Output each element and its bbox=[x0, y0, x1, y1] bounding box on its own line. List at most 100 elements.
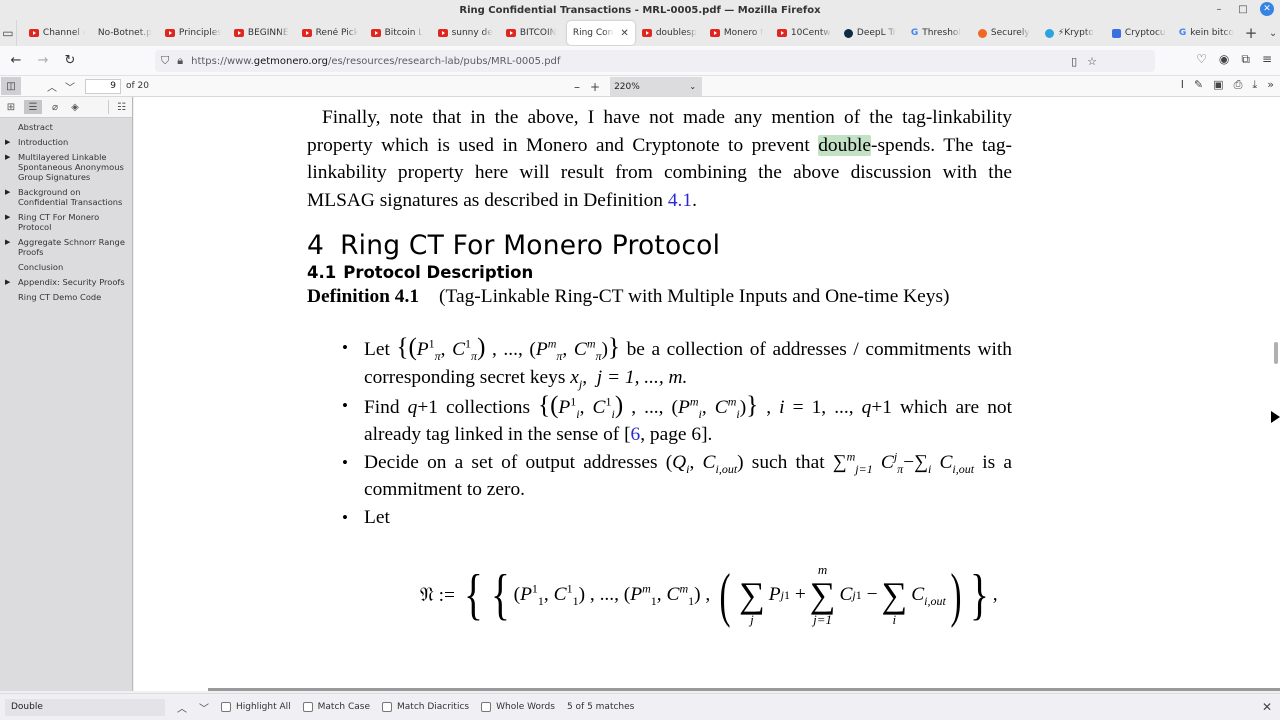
outline-item-label: Appendix: Security Proofs bbox=[18, 277, 125, 287]
page-number-input[interactable]: 9 bbox=[85, 78, 121, 94]
close-tab-button[interactable]: ✕ bbox=[620, 28, 628, 39]
tab-label: Monero f bbox=[723, 28, 764, 38]
pdf-viewer[interactable]: Finally, note that in the above, I have … bbox=[134, 97, 1280, 691]
back-button[interactable]: ← bbox=[4, 49, 28, 73]
tab-2[interactable]: Principles bbox=[159, 22, 227, 44]
find-previous-button[interactable]: ︿ bbox=[177, 700, 187, 715]
draw-tool-icon[interactable]: ✎ bbox=[1194, 78, 1203, 92]
checkbox[interactable] bbox=[302, 702, 313, 712]
expand-triangle-icon[interactable]: ▶ bbox=[5, 137, 10, 147]
expand-triangle-icon[interactable]: ▶ bbox=[5, 237, 10, 247]
outline-item[interactable]: Abstract bbox=[0, 122, 132, 132]
search-match-highlight: double bbox=[818, 134, 872, 156]
zoom-in-button[interactable]: + bbox=[590, 80, 600, 94]
tab-label: René Pick bbox=[315, 28, 358, 38]
tab-5[interactable]: Bitcoin L bbox=[365, 22, 431, 44]
tab-0[interactable]: Channel c bbox=[23, 22, 91, 44]
tab-4[interactable]: René Pick bbox=[296, 22, 364, 44]
print-icon[interactable]: ⎙ bbox=[1234, 78, 1243, 92]
forward-button[interactable]: → bbox=[31, 49, 55, 73]
zoom-value: 220% bbox=[614, 81, 640, 92]
close-find-bar-button[interactable]: ✕ bbox=[1262, 700, 1272, 714]
expand-triangle-icon[interactable]: ▶ bbox=[5, 152, 10, 162]
outline-icon[interactable]: ☰ bbox=[24, 100, 42, 114]
tab-9[interactable]: doublesp bbox=[636, 22, 703, 44]
tab-list: Channel c No-Botnet.p Principles BEGINNE Ren… bbox=[17, 21, 1240, 45]
find-option-whole-words[interactable]: Whole Words bbox=[481, 702, 555, 712]
tab-10[interactable]: Monero f bbox=[704, 22, 770, 44]
expand-triangle-icon[interactable]: ▶ bbox=[5, 277, 10, 287]
previous-page-button[interactable]: ︿ bbox=[47, 79, 57, 94]
reload-button[interactable]: ↻ bbox=[58, 49, 82, 73]
next-page-button[interactable]: ﹀ bbox=[65, 79, 75, 94]
tracking-protection-shield-icon[interactable]: ⛉ bbox=[161, 54, 169, 68]
monero-icon bbox=[977, 28, 987, 38]
outline-item-label: Ring CT Demo Code bbox=[18, 292, 102, 302]
outline-item[interactable]: ▶ Multilayered Linkable Spontaneous Anony… bbox=[0, 152, 132, 182]
find-option-match-diacritics[interactable]: Match Diacritics bbox=[382, 702, 469, 712]
tab-7[interactable]: BITCOIN bbox=[500, 22, 566, 44]
tab-14[interactable]: Securely bbox=[972, 22, 1038, 44]
citation-link[interactable]: 6 bbox=[631, 424, 641, 445]
tab-11[interactable]: 10Centw bbox=[771, 22, 837, 44]
chevron-down-icon: ⌄ bbox=[689, 82, 697, 91]
close-window-button[interactable]: ✕ bbox=[1260, 2, 1274, 16]
outline-item[interactable]: Ring CT Demo Code bbox=[0, 292, 132, 302]
checkbox[interactable] bbox=[221, 702, 231, 712]
pocket-icon[interactable]: ♡ bbox=[1196, 52, 1207, 67]
maximize-button[interactable]: □ bbox=[1236, 4, 1250, 15]
checkbox[interactable] bbox=[382, 702, 393, 712]
layers-icon[interactable]: ◈ bbox=[68, 100, 82, 114]
checkbox[interactable] bbox=[481, 702, 492, 712]
list-all-tabs-button[interactable]: ⌄ bbox=[1266, 28, 1280, 39]
attachments-icon[interactable]: ⌀ bbox=[48, 100, 62, 114]
outline-item[interactable]: ▶ Ring CT For Monero Protocol bbox=[0, 212, 132, 232]
outline-options-icon[interactable]: ☷ bbox=[108, 100, 128, 114]
toggle-sidebar-button[interactable]: ◫ bbox=[1, 77, 21, 95]
tab-label: BITCOIN bbox=[519, 28, 557, 38]
tab-15[interactable]: ⚡Krypto bbox=[1039, 22, 1105, 44]
thumbnails-icon[interactable]: ⊞ bbox=[4, 100, 18, 114]
vertical-scrollbar-thumb[interactable] bbox=[1274, 342, 1278, 364]
reader-view-icon[interactable]: ▯ bbox=[1071, 55, 1077, 68]
tab-17[interactable]: Gkein bitco bbox=[1173, 22, 1240, 44]
find-input[interactable]: Double bbox=[5, 698, 165, 716]
tab-1[interactable]: No-Botnet.p bbox=[92, 22, 158, 44]
account-icon[interactable]: ◉ bbox=[1219, 52, 1229, 67]
expand-triangle-icon[interactable]: ▶ bbox=[5, 212, 10, 222]
expand-triangle-icon[interactable]: ▶ bbox=[5, 187, 10, 197]
lock-icon[interactable]: 🔒︎ bbox=[177, 54, 183, 68]
more-tools-icon[interactable]: » bbox=[1267, 78, 1274, 92]
url-text[interactable]: https://www.getmonero.org/es/resources/r… bbox=[191, 56, 560, 67]
outline-item[interactable]: Conclusion bbox=[0, 262, 132, 272]
save-icon[interactable]: ⤓ bbox=[1252, 78, 1257, 92]
definition-link[interactable]: 4.1 bbox=[668, 190, 692, 211]
zoom-out-button[interactable]: – bbox=[574, 80, 580, 94]
find-next-button[interactable]: ﹀ bbox=[199, 700, 209, 715]
image-tool-icon[interactable]: ▣ bbox=[1213, 78, 1223, 92]
google-icon: G bbox=[910, 28, 919, 38]
tab-12[interactable]: DeepL Tr bbox=[838, 22, 904, 44]
outline-item[interactable]: ▶ Aggregate Schnorr Range Proofs bbox=[0, 237, 132, 257]
horizontal-scrollbar[interactable] bbox=[208, 688, 1280, 691]
tab-3[interactable]: BEGINNE bbox=[228, 22, 295, 44]
text-tool-icon[interactable]: I bbox=[1181, 78, 1184, 92]
find-option-highlight-all[interactable]: Highlight All bbox=[221, 702, 291, 712]
outline-item[interactable]: ▶ Introduction bbox=[0, 137, 132, 147]
tab-16[interactable]: Cryptocu bbox=[1106, 22, 1172, 44]
new-tab-button[interactable]: + bbox=[1244, 24, 1258, 42]
extensions-icon[interactable]: ⧉ bbox=[1241, 52, 1250, 67]
tab-label: Cryptocu bbox=[1124, 28, 1166, 38]
tab-6[interactable]: sunny de bbox=[432, 22, 499, 44]
hamburger-menu-icon[interactable]: ≡ bbox=[1262, 52, 1272, 67]
tab-13[interactable]: G Threshol bbox=[905, 22, 971, 44]
zoom-select[interactable]: 220% ⌄ bbox=[610, 77, 703, 96]
outline-item[interactable]: ▶ Appendix: Security Proofs bbox=[0, 277, 132, 287]
firefox-view-button[interactable]: ▭ bbox=[0, 20, 17, 46]
url-bar[interactable]: ⛉ 🔒︎ https://www.getmonero.org/es/resour… bbox=[155, 50, 1155, 72]
outline-item[interactable]: ▶ Background on Confidential Transactions bbox=[0, 187, 132, 207]
tab-8[interactable]: Ring Confi ✕ bbox=[566, 21, 635, 45]
minimize-button[interactable]: – bbox=[1212, 4, 1226, 15]
find-option-match-case[interactable]: Match Case bbox=[302, 702, 370, 712]
bookmark-star-icon[interactable]: ☆ bbox=[1087, 55, 1097, 68]
